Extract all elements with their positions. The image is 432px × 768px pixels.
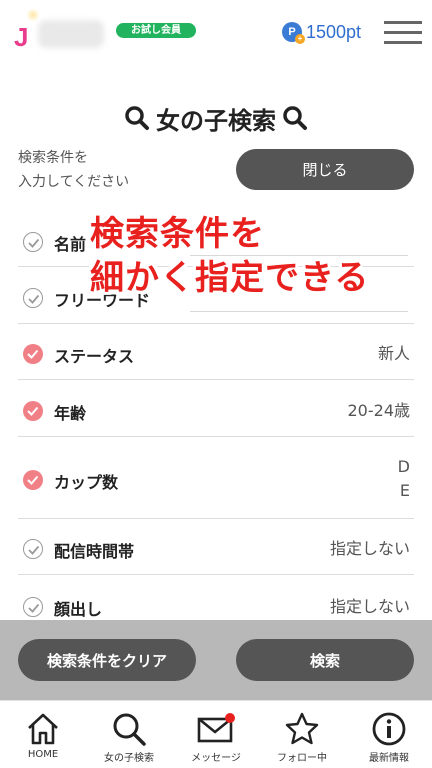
page-title-row: 女の子検索 (0, 98, 432, 138)
page-title: 女の子検索 (156, 106, 276, 135)
nav-label: フォロー中 (277, 753, 327, 764)
annotation-line2: 細かく指定できる (90, 258, 370, 298)
condition-value: 指定しない (329, 539, 410, 558)
condition-row-status[interactable]: ステータス 新人 (18, 324, 414, 380)
envelope-icon (197, 713, 235, 743)
nav-messages[interactable]: メッセージ (173, 711, 259, 767)
condition-label: 顔出し (54, 600, 103, 619)
cup-value-2: E (399, 481, 410, 500)
bottom-nav: HOME 女の子検索 メッセージ フォロー中 最新情報 (0, 700, 432, 768)
condition-row-stream-time[interactable]: 配信時間帯 指定しない (18, 519, 414, 575)
app-logo[interactable]: J (14, 8, 104, 52)
search-icon (113, 713, 146, 746)
nav-girl-search[interactable]: 女の子検索 (86, 711, 172, 767)
search-icon (283, 106, 307, 130)
condition-value: 指定しない (329, 597, 410, 616)
condition-row-cup[interactable]: カップ数 D E (18, 437, 414, 519)
condition-label: ステータス (54, 347, 135, 366)
info-icon (372, 712, 406, 746)
search-button[interactable]: 検索 (236, 639, 414, 681)
logo-sparkle (26, 8, 40, 22)
search-prompt: 検索条件を 入力してください (18, 146, 218, 194)
unread-dot (225, 713, 235, 723)
condition-label: 年齢 (54, 404, 87, 423)
unchecked-icon (23, 539, 43, 559)
home-icon (28, 713, 58, 745)
nav-label: メッセージ (191, 753, 241, 764)
app-header: J お試し会員 P + 1500pt (0, 0, 432, 64)
checked-icon (23, 344, 43, 364)
condition-value: 新人 (377, 344, 410, 363)
checked-icon (23, 470, 43, 490)
nav-label: 女の子検索 (104, 753, 154, 764)
nav-home[interactable]: HOME (0, 711, 86, 767)
freeword-input[interactable] (190, 311, 408, 312)
trial-member-badge: お試し会員 (116, 23, 196, 38)
checked-icon (23, 401, 43, 421)
condition-label: カップ数 (54, 473, 119, 492)
condition-value: D E (398, 455, 410, 503)
points-value: 1500pt (306, 21, 362, 42)
condition-label: 配信時間帯 (54, 542, 135, 561)
close-button[interactable]: 閉じる (236, 149, 414, 190)
cup-value-1: D (397, 457, 410, 476)
search-prompt-line1: 検索条件を (18, 150, 88, 166)
unchecked-icon (23, 597, 43, 617)
nav-following[interactable]: フォロー中 (259, 711, 345, 767)
search-prompt-line2: 入力してください (18, 174, 130, 190)
annotation-line1: 検索条件を (90, 214, 265, 254)
logo-blurred-text (38, 20, 104, 48)
action-bar: 検索条件をクリア 検索 (0, 620, 432, 700)
nav-label: HOME (27, 749, 59, 760)
clear-conditions-button[interactable]: 検索条件をクリア (18, 639, 196, 681)
star-icon (285, 712, 319, 745)
promo-annotation: 検索条件を 細かく指定できる (90, 212, 369, 300)
points-icon: P + (282, 22, 305, 44)
unchecked-icon (23, 232, 43, 252)
condition-row-age[interactable]: 年齢 20-24歳 (18, 380, 414, 437)
condition-label: 名前 (54, 235, 87, 254)
unchecked-icon (23, 288, 43, 308)
nav-label: 最新情報 (369, 753, 409, 764)
nav-news[interactable]: 最新情報 (346, 711, 432, 767)
menu-icon[interactable] (384, 18, 422, 46)
logo-letter: J (14, 22, 29, 52)
search-icon (125, 106, 149, 130)
condition-value: 20-24歳 (347, 401, 411, 420)
points-display[interactable]: P + 1500pt (282, 20, 361, 44)
